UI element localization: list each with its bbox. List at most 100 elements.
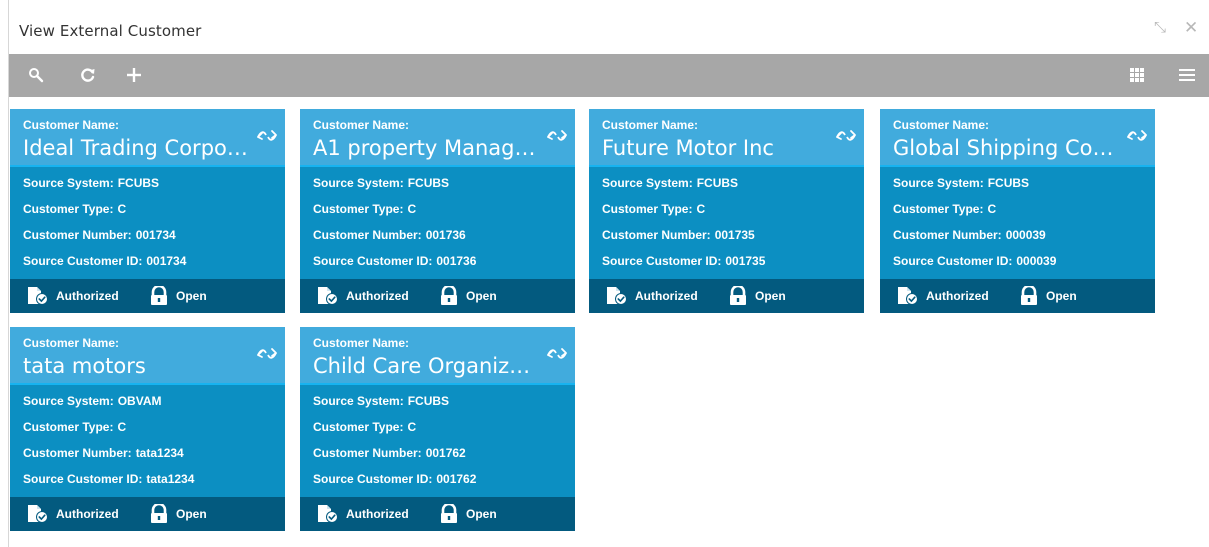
add-icon xyxy=(127,68,141,82)
authorized-document-icon xyxy=(318,505,338,523)
source-customer-id-value: 000039 xyxy=(1016,254,1057,268)
open-status[interactable]: Open xyxy=(728,286,786,306)
open-label: Open xyxy=(176,507,207,521)
card-header: Customer Name: Future Motor Inc xyxy=(589,109,864,167)
source-system-label: Source System: xyxy=(893,176,984,190)
customer-name: A1 property Managers xyxy=(313,136,541,160)
source-customer-id-label: Source Customer ID: xyxy=(313,472,433,486)
customer-name: tata motors xyxy=(23,354,146,378)
link-arrows-icon[interactable] xyxy=(546,129,568,143)
list-view-button[interactable] xyxy=(1174,62,1200,88)
customer-number-row: Customer Number: tata1234 xyxy=(23,446,184,460)
authorized-status[interactable]: Authorized xyxy=(317,286,409,306)
source-system-row: Source System: FCUBS xyxy=(602,176,738,190)
authorized-label: Authorized xyxy=(56,289,119,303)
customer-card[interactable]: Customer Name: A1 property Managers Sour… xyxy=(300,109,575,313)
customer-name-label: Customer Name: xyxy=(602,118,699,132)
source-system-row: Source System: FCUBS xyxy=(893,176,1029,190)
customer-name-label: Customer Name: xyxy=(23,336,120,350)
card-header: Customer Name: Ideal Trading Corporation xyxy=(10,109,285,167)
authorized-document-icon xyxy=(28,287,48,305)
customer-card[interactable]: Customer Name: Child Care Organization S… xyxy=(300,327,575,531)
source-customer-id-row: Source Customer ID: 001734 xyxy=(23,254,186,268)
open-status[interactable]: Open xyxy=(439,286,497,306)
refresh-icon xyxy=(81,68,95,82)
customer-type-value: C xyxy=(407,420,417,434)
unlocked-padlock-icon xyxy=(1021,286,1037,305)
title-bar: View External Customer ⤡ ✕ xyxy=(9,0,1209,54)
source-customer-id-row: Source Customer ID: tata1234 xyxy=(23,472,194,486)
authorized-document-icon xyxy=(28,505,48,523)
source-system-value: FCUBS xyxy=(407,176,450,190)
customer-number-label: Customer Number: xyxy=(23,446,132,460)
customer-type-row: Customer Type: C xyxy=(893,202,996,216)
open-status[interactable]: Open xyxy=(149,504,207,524)
source-customer-id-label: Source Customer ID: xyxy=(313,254,433,268)
search-icon xyxy=(29,68,44,83)
source-customer-id-value: 001734 xyxy=(146,254,187,268)
authorized-status[interactable]: Authorized xyxy=(317,504,409,524)
link-arrows-icon[interactable] xyxy=(256,347,278,361)
customer-card[interactable]: Customer Name: Future Motor Inc Source S… xyxy=(589,109,864,313)
add-button[interactable] xyxy=(121,62,147,88)
card-header: Customer Name: Global Shipping Corporati… xyxy=(880,109,1155,167)
customer-card[interactable]: Customer Name: Global Shipping Corporati… xyxy=(880,109,1155,313)
customer-number-label: Customer Number: xyxy=(23,228,132,242)
source-system-row: Source System: FCUBS xyxy=(23,176,159,190)
grid-view-button[interactable] xyxy=(1124,62,1150,88)
source-system-value: OBVAM xyxy=(117,394,162,408)
source-customer-id-value: 001762 xyxy=(436,472,477,486)
customer-name-label: Customer Name: xyxy=(893,118,990,132)
list-view-icon xyxy=(1179,69,1195,81)
customer-type-label: Customer Type: xyxy=(23,420,114,434)
customer-name-label: Customer Name: xyxy=(23,118,120,132)
authorized-status[interactable]: Authorized xyxy=(27,504,119,524)
source-customer-id-label: Source Customer ID: xyxy=(23,254,143,268)
source-customer-id-row: Source Customer ID: 001735 xyxy=(602,254,765,268)
link-arrows-icon[interactable] xyxy=(1126,129,1148,143)
source-customer-id-label: Source Customer ID: xyxy=(893,254,1013,268)
refresh-button[interactable] xyxy=(75,62,101,88)
authorized-label: Authorized xyxy=(346,507,409,521)
link-arrows-icon[interactable] xyxy=(256,129,278,143)
customer-number-label: Customer Number: xyxy=(313,228,422,242)
toolbar xyxy=(9,54,1209,97)
source-system-label: Source System: xyxy=(602,176,693,190)
close-icon[interactable]: ✕ xyxy=(1184,19,1198,36)
authorized-status[interactable]: Authorized xyxy=(27,286,119,306)
customer-type-row: Customer Type: C xyxy=(313,420,416,434)
link-arrows-icon[interactable] xyxy=(835,129,857,143)
customer-type-row: Customer Type: C xyxy=(23,202,126,216)
card-footer: Authorized Open xyxy=(300,279,575,313)
authorized-status[interactable]: Authorized xyxy=(606,286,698,306)
card-footer: Authorized Open xyxy=(300,497,575,531)
customer-number-value: tata1234 xyxy=(135,446,184,460)
unlocked-padlock-icon xyxy=(151,504,167,523)
open-label: Open xyxy=(466,289,497,303)
minimize-icon[interactable]: ⤡ xyxy=(1154,20,1166,36)
customer-card[interactable]: Customer Name: Ideal Trading Corporation… xyxy=(10,109,285,313)
authorized-label: Authorized xyxy=(56,507,119,521)
source-system-row: Source System: FCUBS xyxy=(313,176,449,190)
customer-number-value: 001735 xyxy=(714,228,755,242)
open-status[interactable]: Open xyxy=(439,504,497,524)
search-button[interactable] xyxy=(23,62,49,88)
customer-number-value: 001762 xyxy=(425,446,466,460)
link-arrows-icon[interactable] xyxy=(546,347,568,361)
authorized-status[interactable]: Authorized xyxy=(897,286,989,306)
open-label: Open xyxy=(176,289,207,303)
customer-card[interactable]: Customer Name: tata motors Source System… xyxy=(10,327,285,531)
open-status[interactable]: Open xyxy=(1019,286,1077,306)
source-customer-id-value: 001735 xyxy=(725,254,766,268)
customer-number-row: Customer Number: 001762 xyxy=(313,446,466,460)
customer-number-row: Customer Number: 001734 xyxy=(23,228,176,242)
customer-type-value: C xyxy=(407,202,417,216)
customer-type-label: Customer Type: xyxy=(602,202,693,216)
authorized-document-icon xyxy=(607,287,627,305)
unlocked-padlock-icon xyxy=(730,286,746,305)
source-system-value: FCUBS xyxy=(407,394,450,408)
source-customer-id-row: Source Customer ID: 001762 xyxy=(313,472,476,486)
customer-name: Future Motor Inc xyxy=(602,136,774,160)
open-status[interactable]: Open xyxy=(149,286,207,306)
source-customer-id-value: 001736 xyxy=(436,254,477,268)
